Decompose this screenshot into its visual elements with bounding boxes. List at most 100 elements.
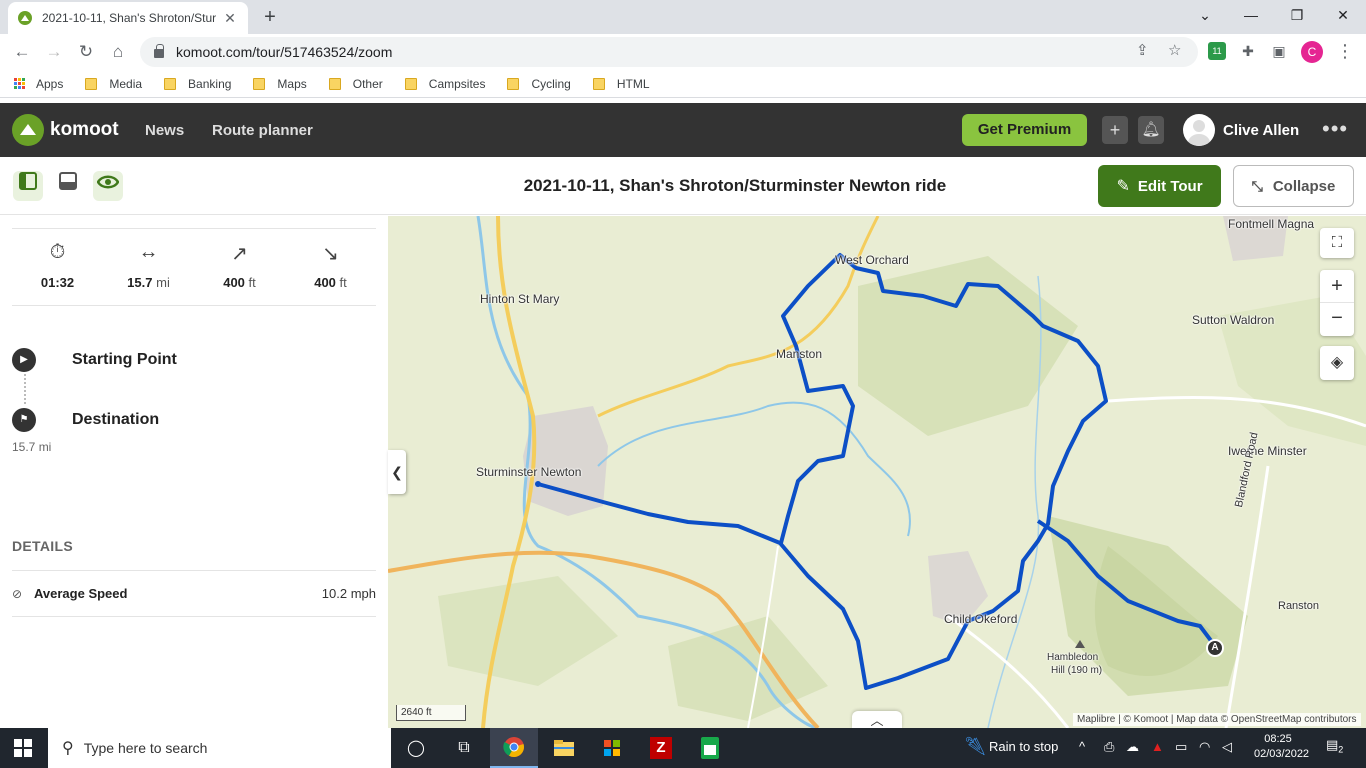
destination-distance: 15.7 mi <box>12 440 52 454</box>
uphill-stat: ↗ 400 ft <box>194 229 285 305</box>
tour-title-bar: 2021-10-11, Shan's Shroton/Sturminster N… <box>0 157 1366 215</box>
browser-toolbar: ← → ↻ ⌂ komoot.com/tour/517463524/zoom ⇪… <box>0 34 1366 70</box>
folder-icon <box>507 77 520 90</box>
folder-icon <box>404 77 417 90</box>
bookmark-html[interactable]: HTML <box>592 77 650 91</box>
file-explorer-icon[interactable] <box>540 728 588 768</box>
extension-badge-icon[interactable]: 11 <box>1208 42 1226 60</box>
clock-time: 08:25 <box>1264 733 1292 745</box>
folder-icon <box>328 77 341 90</box>
reload-icon[interactable]: ↻ <box>74 40 98 64</box>
extensions-puzzle-icon[interactable]: ✚ <box>1239 42 1257 60</box>
bookmark-label: Cycling <box>531 76 571 91</box>
average-speed-label: Average Speed <box>34 586 128 601</box>
maximize-button[interactable]: ❐ <box>1274 0 1320 30</box>
place-hambledon-hill-height: Hill (190 m) <box>1051 665 1103 676</box>
volume-icon[interactable]: ◁ <box>1222 739 1232 755</box>
bookmark-apps[interactable]: Apps <box>14 77 63 91</box>
destination-row[interactable]: ⚑ Destination <box>12 408 159 432</box>
close-window-button[interactable]: ✕ <box>1320 0 1366 30</box>
bookmark-media[interactable]: Media <box>85 77 142 91</box>
apps-grid-icon <box>14 77 26 90</box>
profile-avatar[interactable]: C <box>1301 41 1323 63</box>
zoom-controls: + − <box>1320 270 1354 336</box>
close-tab-icon[interactable]: ✕ <box>222 10 238 27</box>
starting-point-row[interactable]: ▶ Starting Point <box>12 348 177 372</box>
chrome-icon[interactable] <box>490 728 538 768</box>
battery-icon[interactable]: ▭ <box>1175 739 1187 755</box>
place-child-okeford: Child Okeford <box>944 612 1018 626</box>
komoot-header: komoot News Route planner Get Premium + … <box>0 103 1366 157</box>
notifications-icon[interactable]: ▤2 <box>1326 737 1343 755</box>
collapse-sidebar-chevron-icon[interactable]: ❮ <box>388 450 406 494</box>
bookmark-other[interactable]: Other <box>328 77 383 91</box>
bookmark-maps[interactable]: Maps <box>253 77 307 91</box>
share-icon[interactable]: ⇪ <box>1136 41 1149 59</box>
user-name[interactable]: Clive Allen <box>1223 122 1299 139</box>
wifi-icon[interactable]: ◠ <box>1199 739 1210 755</box>
side-panel-icon[interactable]: ▣ <box>1270 42 1288 60</box>
weather-icon[interactable]: 🌂︎ <box>964 736 987 757</box>
fit-route-icon[interactable]: ⛶ <box>1320 228 1354 258</box>
get-premium-button[interactable]: Get Premium <box>962 114 1087 146</box>
zoom-out-icon[interactable]: − <box>1320 303 1354 336</box>
tab-search-icon[interactable]: ⌄ <box>1182 0 1228 30</box>
map-attribution[interactable]: Maplibre | © Komoot | Map data © OpenStr… <box>1073 713 1361 726</box>
split-view-icon[interactable] <box>13 171 43 201</box>
task-view-icon[interactable]: ⧉ <box>440 728 488 768</box>
browser-tab[interactable]: 2021-10-11, Shan's Shroton/Stur ✕ <box>8 2 248 34</box>
taskbar-search[interactable]: ⚲ Type here to search <box>48 728 391 768</box>
collapse-label: Collapse <box>1272 177 1336 195</box>
bookmark-campsites[interactable]: Campsites <box>404 77 485 91</box>
weather-text[interactable]: Rain to stop <box>989 739 1058 754</box>
collapse-button[interactable]: ⤡ Collapse <box>1233 165 1354 207</box>
bookmark-label: Banking <box>188 76 232 91</box>
komoot-logo-icon[interactable] <box>12 114 44 146</box>
spreadsheet-icon[interactable] <box>686 728 734 768</box>
nav-route-planner[interactable]: Route planner <box>212 122 313 139</box>
place-manston: Manston <box>776 347 823 361</box>
antivirus-icon[interactable]: ▲ <box>1151 739 1164 754</box>
browser-menu-icon[interactable]: ⋮ <box>1336 42 1354 60</box>
route-map[interactable]: ⛶ + − ◈ Fontmell Magna West Orchard Hint… <box>388 216 1366 728</box>
more-menu-icon[interactable]: ••• <box>1322 116 1348 142</box>
tour-sidebar: ⏱︎ 01:32 ↔ 15.7 mi ↗ 400 ft ↘ 400 ft ▶ S… <box>0 216 388 728</box>
new-tab-button[interactable]: + <box>258 6 282 30</box>
eye-view-icon[interactable] <box>93 171 123 201</box>
home-icon[interactable]: ⌂ <box>106 40 130 64</box>
filezilla-icon[interactable]: Z <box>637 728 685 768</box>
back-arrow-icon[interactable]: ← <box>10 40 34 64</box>
microsoft-store-icon[interactable] <box>588 728 636 768</box>
tour-title: 2021-10-11, Shan's Shroton/Sturminster N… <box>523 176 947 195</box>
folder-icon <box>164 77 177 90</box>
bookmark-cycling[interactable]: Cycling <box>507 76 571 91</box>
meet-now-icon[interactable]: ⎙ <box>1104 739 1114 755</box>
bookmark-banking[interactable]: Banking <box>164 77 231 91</box>
edit-tour-label: Edit Tour <box>1137 177 1203 195</box>
bottom-panel-view-icon[interactable] <box>53 171 83 201</box>
windows-start-icon[interactable] <box>14 739 32 757</box>
expand-elevation-chevron-icon[interactable]: ︿ <box>852 711 902 729</box>
url-text: komoot.com/tour/517463524/zoom <box>176 44 393 60</box>
notifications-bell-icon[interactable]: 🔔︎ <box>1138 116 1164 144</box>
minimize-button[interactable]: — <box>1228 0 1274 30</box>
add-icon[interactable]: + <box>1102 116 1128 144</box>
layers-icon[interactable]: ◈ <box>1320 346 1354 380</box>
user-avatar[interactable] <box>1183 114 1215 146</box>
average-speed-row: ⊘ Average Speed 10.2 mph <box>12 570 376 617</box>
onedrive-cloud-icon[interactable]: ☁ <box>1126 739 1139 755</box>
clock[interactable]: 08:25 02/03/2022 <box>1254 732 1310 762</box>
nav-news[interactable]: News <box>145 122 184 139</box>
address-bar[interactable]: komoot.com/tour/517463524/zoom <box>140 37 1198 67</box>
start-marker[interactable]: A <box>1206 639 1224 657</box>
place-sturminster-newton: Sturminster Newton <box>476 465 582 479</box>
komoot-brand[interactable]: komoot <box>50 119 119 141</box>
distance-icon: ↔ <box>138 241 159 263</box>
edit-tour-button[interactable]: ✎ Edit Tour <box>1098 165 1221 207</box>
clock-date: 02/03/2022 <box>1254 748 1310 760</box>
cortana-icon[interactable]: ◯ <box>392 728 440 768</box>
show-hidden-icons-chevron-icon[interactable]: ^ <box>1079 739 1085 754</box>
forward-arrow-icon[interactable]: → <box>42 40 66 64</box>
zoom-in-icon[interactable]: + <box>1320 270 1354 303</box>
bookmark-star-icon[interactable]: ☆ <box>1168 41 1181 59</box>
